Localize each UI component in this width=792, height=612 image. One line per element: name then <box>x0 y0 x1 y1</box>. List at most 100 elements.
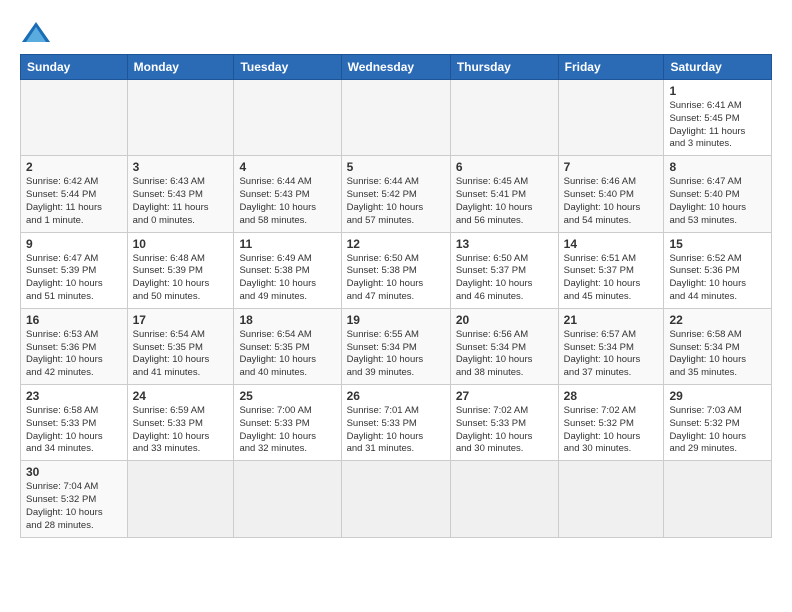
cell-content: Sunrise: 6:49 AM Sunset: 5:38 PM Dayligh… <box>239 253 335 304</box>
cell-content: Sunrise: 6:55 AM Sunset: 5:34 PM Dayligh… <box>347 329 445 380</box>
cell-content: Sunrise: 6:56 AM Sunset: 5:34 PM Dayligh… <box>456 329 553 380</box>
cell-content: Sunrise: 6:44 AM Sunset: 5:42 PM Dayligh… <box>347 176 445 227</box>
calendar-cell: 17 Sunrise: 6:54 AM Sunset: 5:35 PM Dayli… <box>127 308 234 384</box>
cell-content: Sunrise: 7:02 AM Sunset: 5:32 PM Dayligh… <box>564 405 659 456</box>
page: SundayMondayTuesdayWednesdayThursdayFrid… <box>0 0 792 612</box>
calendar-cell: 24 Sunrise: 6:59 AM Sunset: 5:33 PM Dayli… <box>127 385 234 461</box>
calendar-cell: 15 Sunrise: 6:52 AM Sunset: 5:36 PM Dayli… <box>664 232 772 308</box>
calendar-cell: 12Sunrise: 6:50 AM Sunset: 5:38 PM Dayli… <box>341 232 450 308</box>
calendar-week-row: 16 Sunrise: 6:53 AM Sunset: 5:36 PM Dayli… <box>21 308 772 384</box>
day-header-friday: Friday <box>558 55 664 80</box>
day-number: 11 <box>239 237 335 251</box>
calendar-cell <box>664 461 772 537</box>
cell-content: Sunrise: 6:44 AM Sunset: 5:43 PM Dayligh… <box>239 176 335 227</box>
calendar-cell: 20 Sunrise: 6:56 AM Sunset: 5:34 PM Dayli… <box>450 308 558 384</box>
calendar-cell: 5 Sunrise: 6:44 AM Sunset: 5:42 PM Daylig… <box>341 156 450 232</box>
calendar-cell: 8 Sunrise: 6:47 AM Sunset: 5:40 PM Daylig… <box>664 156 772 232</box>
calendar-cell: 1 Sunrise: 6:41 AM Sunset: 5:45 PM Daylig… <box>664 80 772 156</box>
calendar-cell: 6Sunrise: 6:45 AM Sunset: 5:41 PM Daylig… <box>450 156 558 232</box>
calendar-cell: 9Sunrise: 6:47 AM Sunset: 5:39 PM Daylig… <box>21 232 128 308</box>
day-number: 29 <box>669 389 766 403</box>
day-header-monday: Monday <box>127 55 234 80</box>
day-number: 27 <box>456 389 553 403</box>
cell-content: Sunrise: 6:43 AM Sunset: 5:43 PM Dayligh… <box>133 176 229 227</box>
calendar-cell: 27Sunrise: 7:02 AM Sunset: 5:33 PM Dayli… <box>450 385 558 461</box>
day-number: 8 <box>669 160 766 174</box>
day-header-wednesday: Wednesday <box>341 55 450 80</box>
day-number: 12 <box>347 237 445 251</box>
calendar-cell: 28 Sunrise: 7:02 AM Sunset: 5:32 PM Dayli… <box>558 385 664 461</box>
day-number: 14 <box>564 237 659 251</box>
calendar-cell <box>127 80 234 156</box>
calendar-cell: 11 Sunrise: 6:49 AM Sunset: 5:38 PM Dayli… <box>234 232 341 308</box>
cell-content: Sunrise: 7:01 AM Sunset: 5:33 PM Dayligh… <box>347 405 445 456</box>
calendar-week-row: 1 Sunrise: 6:41 AM Sunset: 5:45 PM Daylig… <box>21 80 772 156</box>
calendar-week-row: 23 Sunrise: 6:58 AM Sunset: 5:33 PM Dayli… <box>21 385 772 461</box>
calendar-cell <box>127 461 234 537</box>
day-number: 10 <box>133 237 229 251</box>
calendar-cell: 10 Sunrise: 6:48 AM Sunset: 5:39 PM Dayli… <box>127 232 234 308</box>
day-number: 26 <box>347 389 445 403</box>
calendar-cell: 18Sunrise: 6:54 AM Sunset: 5:35 PM Dayli… <box>234 308 341 384</box>
calendar-cell: 4 Sunrise: 6:44 AM Sunset: 5:43 PM Daylig… <box>234 156 341 232</box>
cell-content: Sunrise: 6:45 AM Sunset: 5:41 PM Dayligh… <box>456 176 553 227</box>
cell-content: Sunrise: 6:48 AM Sunset: 5:39 PM Dayligh… <box>133 253 229 304</box>
day-number: 4 <box>239 160 335 174</box>
calendar-cell: 3 Sunrise: 6:43 AM Sunset: 5:43 PM Daylig… <box>127 156 234 232</box>
logo <box>20 20 50 46</box>
cell-content: Sunrise: 6:46 AM Sunset: 5:40 PM Dayligh… <box>564 176 659 227</box>
calendar-cell: 22Sunrise: 6:58 AM Sunset: 5:34 PM Dayli… <box>664 308 772 384</box>
cell-content: Sunrise: 6:53 AM Sunset: 5:36 PM Dayligh… <box>26 329 122 380</box>
cell-content: Sunrise: 7:04 AM Sunset: 5:32 PM Dayligh… <box>26 481 122 532</box>
logo-icon <box>22 18 50 46</box>
day-number: 30 <box>26 465 122 479</box>
calendar-cell: 30 Sunrise: 7:04 AM Sunset: 5:32 PM Dayli… <box>21 461 128 537</box>
calendar-week-row: 30 Sunrise: 7:04 AM Sunset: 5:32 PM Dayli… <box>21 461 772 537</box>
calendar-cell: 16 Sunrise: 6:53 AM Sunset: 5:36 PM Dayli… <box>21 308 128 384</box>
day-number: 17 <box>133 313 229 327</box>
cell-content: Sunrise: 6:58 AM Sunset: 5:33 PM Dayligh… <box>26 405 122 456</box>
cell-content: Sunrise: 6:50 AM Sunset: 5:37 PM Dayligh… <box>456 253 553 304</box>
day-number: 20 <box>456 313 553 327</box>
calendar-cell: 14Sunrise: 6:51 AM Sunset: 5:37 PM Dayli… <box>558 232 664 308</box>
cell-content: Sunrise: 6:59 AM Sunset: 5:33 PM Dayligh… <box>133 405 229 456</box>
day-number: 21 <box>564 313 659 327</box>
day-number: 19 <box>347 313 445 327</box>
cell-content: Sunrise: 6:42 AM Sunset: 5:44 PM Dayligh… <box>26 176 122 227</box>
day-number: 28 <box>564 389 659 403</box>
calendar-cell <box>234 80 341 156</box>
calendar-cell <box>558 80 664 156</box>
cell-content: Sunrise: 6:52 AM Sunset: 5:36 PM Dayligh… <box>669 253 766 304</box>
calendar-cell <box>450 461 558 537</box>
day-number: 16 <box>26 313 122 327</box>
calendar-header-row: SundayMondayTuesdayWednesdayThursdayFrid… <box>21 55 772 80</box>
day-number: 13 <box>456 237 553 251</box>
calendar-week-row: 9Sunrise: 6:47 AM Sunset: 5:39 PM Daylig… <box>21 232 772 308</box>
day-number: 3 <box>133 160 229 174</box>
cell-content: Sunrise: 6:47 AM Sunset: 5:40 PM Dayligh… <box>669 176 766 227</box>
cell-content: Sunrise: 7:00 AM Sunset: 5:33 PM Dayligh… <box>239 405 335 456</box>
calendar-cell <box>558 461 664 537</box>
day-header-saturday: Saturday <box>664 55 772 80</box>
cell-content: Sunrise: 6:54 AM Sunset: 5:35 PM Dayligh… <box>133 329 229 380</box>
cell-content: Sunrise: 6:41 AM Sunset: 5:45 PM Dayligh… <box>669 100 766 151</box>
day-number: 1 <box>669 84 766 98</box>
day-header-thursday: Thursday <box>450 55 558 80</box>
header <box>20 16 772 46</box>
day-number: 24 <box>133 389 229 403</box>
day-number: 25 <box>239 389 335 403</box>
day-number: 9 <box>26 237 122 251</box>
cell-content: Sunrise: 6:57 AM Sunset: 5:34 PM Dayligh… <box>564 329 659 380</box>
day-number: 2 <box>26 160 122 174</box>
day-number: 15 <box>669 237 766 251</box>
cell-content: Sunrise: 7:03 AM Sunset: 5:32 PM Dayligh… <box>669 405 766 456</box>
day-number: 23 <box>26 389 122 403</box>
day-number: 22 <box>669 313 766 327</box>
calendar-cell <box>341 80 450 156</box>
calendar-cell: 2 Sunrise: 6:42 AM Sunset: 5:44 PM Daylig… <box>21 156 128 232</box>
calendar-cell: 19 Sunrise: 6:55 AM Sunset: 5:34 PM Dayli… <box>341 308 450 384</box>
day-number: 18 <box>239 313 335 327</box>
calendar-cell: 26 Sunrise: 7:01 AM Sunset: 5:33 PM Dayli… <box>341 385 450 461</box>
calendar-cell: 13 Sunrise: 6:50 AM Sunset: 5:37 PM Dayli… <box>450 232 558 308</box>
day-number: 5 <box>347 160 445 174</box>
